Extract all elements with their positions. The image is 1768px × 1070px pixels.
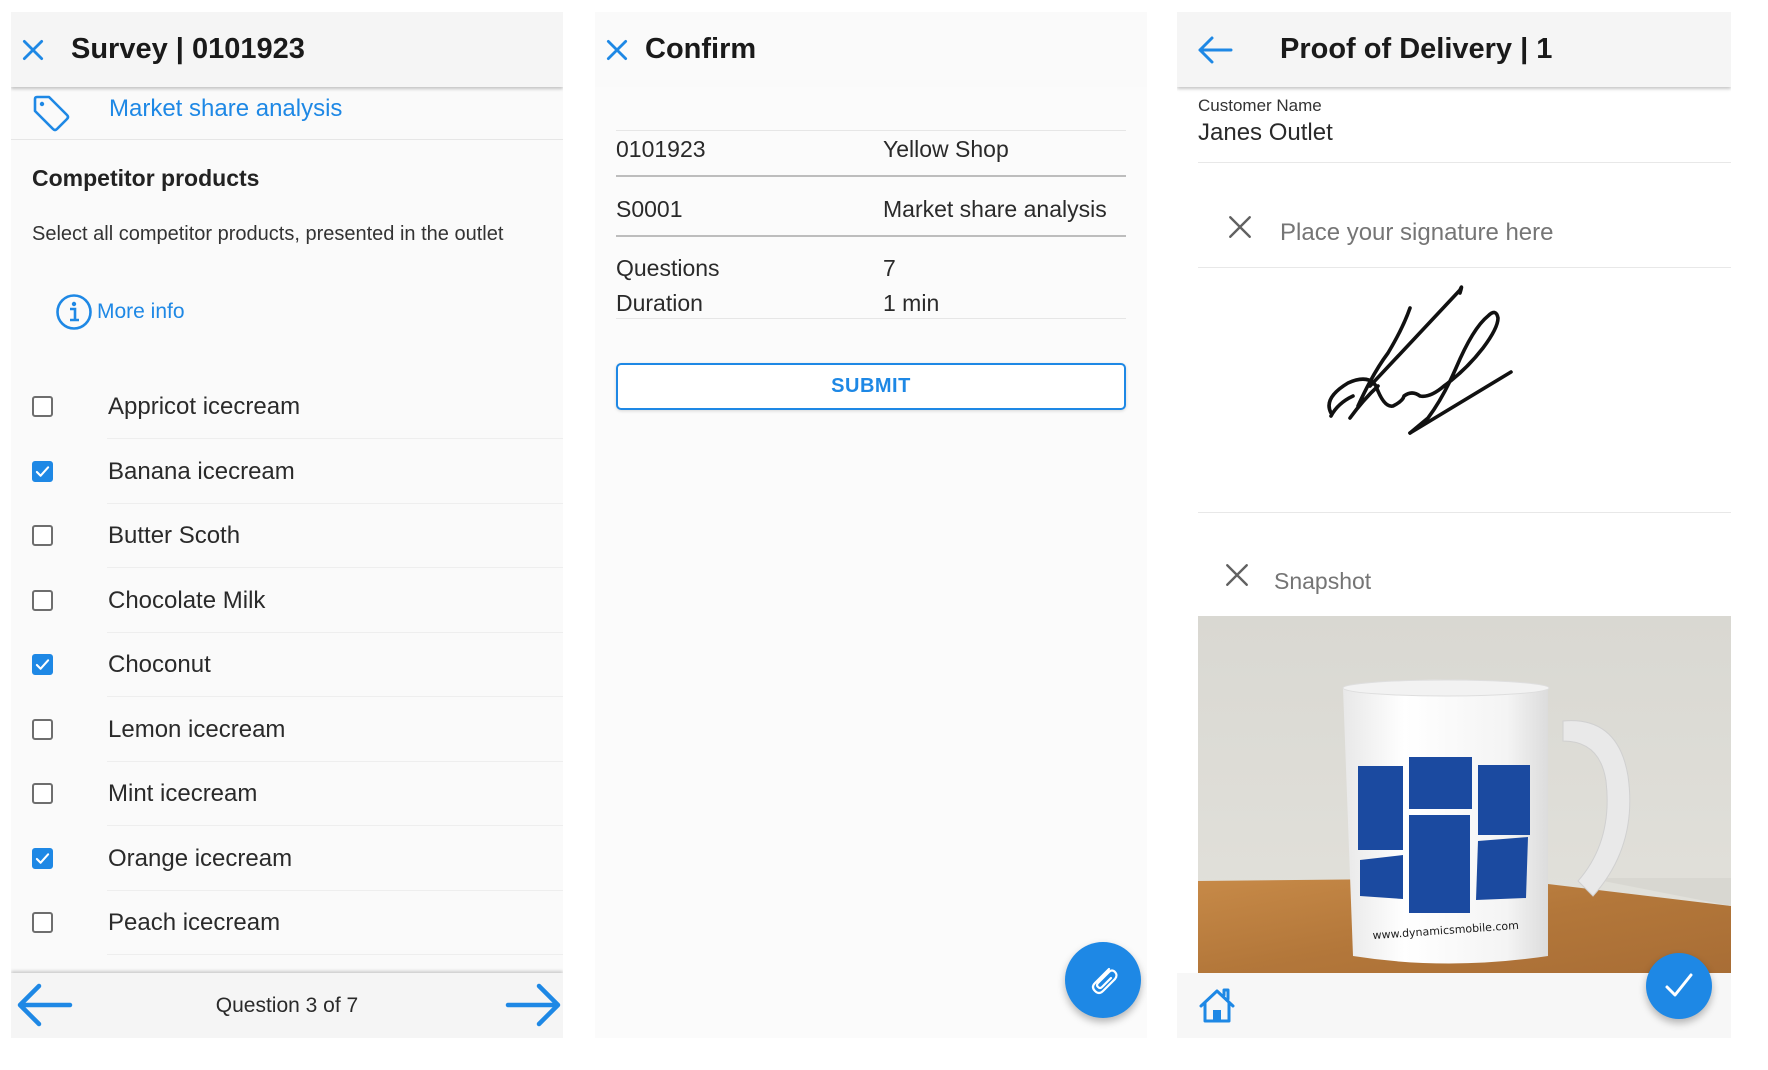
close-icon[interactable] [599, 32, 635, 68]
more-info-link[interactable]: More info [55, 293, 185, 331]
close-icon [1224, 562, 1250, 588]
summary-value: 7 [883, 255, 896, 281]
snapshot-photo[interactable]: www.dynamicsmobile.com [1198, 616, 1731, 975]
option-row[interactable]: Chocolate Milk [11, 569, 563, 633]
option-row[interactable]: Appricot icecream [11, 375, 563, 439]
option-row[interactable]: Butter Scoth [11, 504, 563, 568]
summary-row: Duration 1 min [616, 288, 1126, 318]
clear-snapshot-button[interactable] [1222, 560, 1252, 590]
question-text: Select all competitor products, presente… [32, 223, 504, 245]
option-row[interactable]: Choconut [11, 633, 563, 697]
option-row[interactable]: Peach icecream [11, 891, 563, 955]
option-label: Banana icecream [108, 457, 295, 485]
question-counter: Question 3 of 7 [215, 994, 359, 1017]
mug-logo [1358, 757, 1530, 913]
confirm-screen: Confirm 0101923 Yellow Shop S0001 Market… [595, 12, 1147, 1038]
option-row[interactable]: Mint icecream [11, 762, 563, 826]
summary-key: S0001 [616, 196, 683, 222]
check-icon [1661, 968, 1697, 1004]
snapshot-label: Snapshot [1274, 568, 1372, 594]
check-icon [35, 465, 50, 477]
paperclip-icon [1083, 960, 1123, 1000]
signature-stroke [1327, 285, 1513, 435]
divider [107, 954, 563, 955]
survey-name-link[interactable]: Market share analysis [109, 87, 342, 131]
summary-value: 1 min [883, 290, 940, 316]
summary-value: Yellow Shop [883, 136, 1009, 162]
survey-pager-bar: Question 3 of 7 [11, 973, 563, 1038]
info-icon [55, 293, 93, 331]
divider [616, 175, 1126, 177]
page-title: Survey | 0101923 [71, 33, 305, 65]
divider [1198, 512, 1731, 513]
checkbox-checked[interactable] [32, 460, 53, 482]
option-label: Orange icecream [108, 844, 293, 872]
confirm-fab[interactable] [1646, 953, 1712, 1019]
arrow-right-icon[interactable] [505, 979, 563, 1031]
summary-row: 0101923 Yellow Shop [616, 134, 1126, 164]
summary-key: 0101923 [616, 136, 706, 162]
option-label: Butter Scoth [108, 522, 241, 549]
divider [616, 235, 1126, 237]
divider [1198, 162, 1731, 163]
option-row[interactable]: Banana icecream [11, 440, 563, 504]
summary-key: Duration [616, 290, 703, 316]
check-icon [35, 659, 50, 670]
attach-fab[interactable] [1065, 942, 1141, 1018]
tag-icon [29, 91, 71, 138]
checkbox-unchecked[interactable] [32, 525, 53, 546]
checkbox-unchecked[interactable] [32, 912, 53, 933]
survey-screen: Survey | 0101923 Market share analysis C… [11, 12, 563, 1038]
checkbox-checked[interactable] [32, 654, 53, 675]
survey-name-row: Market share analysis [11, 87, 563, 140]
confirm-summary-table: 0101923 Yellow Shop S0001 Market share a… [616, 130, 1126, 322]
more-info-label: More info [97, 300, 185, 323]
checkbox-checked[interactable] [32, 847, 53, 869]
summary-key: Questions [616, 255, 720, 281]
option-row[interactable]: Orange icecream [11, 827, 563, 891]
check-icon [35, 852, 50, 864]
home-icon[interactable] [1197, 985, 1237, 1027]
question-title: Competitor products [32, 165, 260, 191]
signature-pad[interactable] [1198, 268, 1731, 511]
option-label: Chocolate Milk [108, 586, 266, 614]
option-label: Mint icecream [108, 780, 258, 807]
close-icon[interactable] [15, 32, 51, 68]
checkbox-unchecked[interactable] [32, 396, 53, 417]
checkbox-unchecked[interactable] [32, 718, 53, 740]
page-title: Proof of Delivery | 1 [1280, 33, 1553, 65]
option-row[interactable]: Lemon icecream [11, 698, 563, 762]
option-label: Appricot icecream [108, 393, 301, 420]
summary-row: Questions 7 [616, 253, 1126, 283]
confirm-app-bar: Confirm [595, 12, 1147, 87]
customer-name-label: Customer Name [1198, 96, 1322, 115]
summary-row: S0001 Market share analysis [616, 194, 1126, 224]
pod-app-bar: Proof of Delivery | 1 [1177, 12, 1731, 87]
divider [616, 318, 1126, 319]
customer-name-value: Janes Outlet [1198, 119, 1333, 146]
signature-placeholder: Place your signature here [1280, 219, 1554, 246]
arrow-left-icon[interactable] [1195, 30, 1235, 70]
checkbox-unchecked[interactable] [32, 783, 53, 804]
option-label: Choconut [108, 651, 211, 678]
clear-signature-button[interactable] [1225, 212, 1255, 242]
proof-of-delivery-screen: Proof of Delivery | 1 Customer Name Jane… [1177, 12, 1731, 1038]
close-icon [1227, 214, 1253, 240]
option-label: Lemon icecream [108, 715, 286, 743]
page-title: Confirm [645, 33, 757, 65]
checkbox-unchecked[interactable] [32, 589, 53, 611]
option-label: Peach icecream [108, 909, 281, 936]
survey-app-bar: Survey | 0101923 [11, 12, 563, 87]
summary-value: Market share analysis [883, 196, 1107, 222]
submit-button[interactable]: SUBMIT [616, 363, 1126, 410]
